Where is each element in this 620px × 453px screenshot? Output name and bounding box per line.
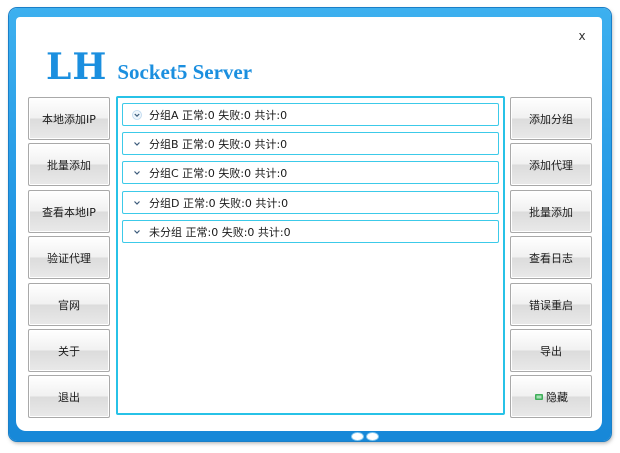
view-local-ip-button[interactable]: 查看本地IP xyxy=(28,190,110,233)
about-button[interactable]: 关于 xyxy=(28,329,110,372)
app-title-rest: Socket5 Server xyxy=(117,60,253,84)
group-label: 未分组 正常:0 失败:0 共计:0 xyxy=(149,225,291,239)
batch-add-button-right[interactable]: 批量添加 xyxy=(510,190,592,233)
close-button[interactable]: x xyxy=(574,28,590,44)
chevron-down-icon[interactable] xyxy=(131,226,143,238)
exit-button[interactable]: 退出 xyxy=(28,375,110,418)
group-row-a[interactable]: 分组A 正常:0 失败:0 共计:0 xyxy=(122,103,499,126)
export-button[interactable]: 导出 xyxy=(510,329,592,372)
add-group-button[interactable]: 添加分组 xyxy=(510,97,592,140)
group-row-ungrouped[interactable]: 未分组 正常:0 失败:0 共计:0 xyxy=(122,220,499,243)
hide-button-label: 隐藏 xyxy=(546,391,568,404)
group-row-b[interactable]: 分组B 正常:0 失败:0 共计:0 xyxy=(122,132,499,155)
chevron-down-icon[interactable] xyxy=(131,138,143,150)
add-proxy-button[interactable]: 添加代理 xyxy=(510,143,592,186)
hide-button[interactable]: 隐藏 xyxy=(510,375,592,418)
website-button[interactable]: 官网 xyxy=(28,283,110,326)
group-label: 分组B 正常:0 失败:0 共计:0 xyxy=(149,137,288,151)
chevron-down-icon[interactable] xyxy=(131,109,143,121)
add-local-ip-button[interactable]: 本地添加IP xyxy=(28,97,110,140)
group-list-panel[interactable]: 分组A 正常:0 失败:0 共计:0 分组B 正常:0 失败:0 共计:0 分组… xyxy=(116,96,505,415)
error-restart-button[interactable]: 错误重启 xyxy=(510,283,592,326)
view-log-button[interactable]: 查看日志 xyxy=(510,236,592,279)
hide-icon xyxy=(534,377,544,420)
group-row-d[interactable]: 分组D 正常:0 失败:0 共计:0 xyxy=(122,191,499,214)
verify-proxy-button[interactable]: 验证代理 xyxy=(28,236,110,279)
group-label: 分组D 正常:0 失败:0 共计:0 xyxy=(149,196,289,210)
chevron-down-icon[interactable] xyxy=(131,197,143,209)
chevron-down-icon[interactable] xyxy=(131,167,143,179)
group-label: 分组C 正常:0 失败:0 共计:0 xyxy=(149,166,288,180)
footer-dots-icon xyxy=(351,432,383,441)
app-title-main: LH xyxy=(46,46,108,88)
group-label: 分组A 正常:0 失败:0 共计:0 xyxy=(149,108,288,122)
batch-add-button-left[interactable]: 批量添加 xyxy=(28,143,110,186)
group-row-c[interactable]: 分组C 正常:0 失败:0 共计:0 xyxy=(122,161,499,184)
app-title: LH Socket5 Server xyxy=(46,46,252,88)
